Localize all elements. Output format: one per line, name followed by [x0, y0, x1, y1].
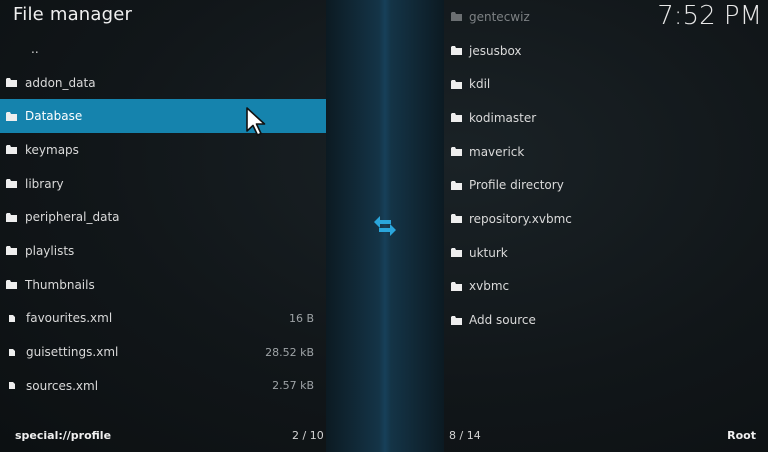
folder-icon [451, 315, 462, 325]
left-footer-count: 2 / 10 [292, 429, 324, 442]
folder-icon [6, 111, 17, 121]
list-item[interactable]: .. [0, 32, 326, 66]
folder-icon [451, 113, 462, 123]
list-item[interactable]: kdil [444, 67, 768, 101]
folder-icon [6, 212, 17, 222]
file-manager-screen: File manager 7:52 PM .. addon_data Databas… [0, 0, 768, 452]
left-footer-path: special://profile [15, 429, 112, 442]
list-item-label: gentecwiz [469, 9, 530, 24]
right-footer-path: Root [727, 429, 756, 442]
folder-icon [451, 180, 462, 190]
list-item[interactable]: maverick [444, 135, 768, 169]
list-item-label: xvbmc [469, 279, 510, 294]
left-panel: .. addon_data Database keymaps library periph… [0, 0, 326, 452]
file-size: 2.57 kB [272, 379, 314, 393]
list-item-label: Add source [469, 313, 536, 328]
folder-icon [451, 12, 462, 22]
list-item-label: favourites.xml [26, 311, 113, 326]
file-icon [9, 381, 15, 391]
list-item[interactable]: xvbmc [444, 270, 768, 304]
list-item[interactable]: Database [0, 99, 326, 134]
list-item-label: .. [31, 41, 39, 56]
list-item-label: maverick [469, 144, 525, 159]
list-item[interactable]: Profile directory [444, 168, 768, 202]
right-file-list: gentecwiz jesusbox kdil kodimaster maverick P… [444, 0, 768, 337]
file-size: 28.52 kB [265, 345, 314, 359]
list-item-label: jesusbox [469, 43, 522, 58]
list-item[interactable]: repository.xvbmc [444, 202, 768, 236]
folder-icon [451, 79, 462, 89]
folder-icon [6, 78, 17, 88]
list-item-label: kdil [469, 77, 491, 92]
list-item[interactable]: addon_data [0, 66, 326, 100]
list-item-label: Thumbnails [25, 277, 95, 292]
right-footer-count: 8 / 14 [449, 429, 481, 442]
list-item-label: Database [25, 109, 83, 124]
list-item[interactable]: sources.xml 2.57 kB [0, 369, 326, 403]
list-item[interactable]: Add source [444, 303, 768, 337]
list-item-label: playlists [25, 243, 75, 258]
folder-icon [6, 179, 17, 189]
file-icon [9, 313, 15, 323]
file-size: 16 B [288, 311, 314, 325]
folder-icon [451, 281, 462, 291]
list-item[interactable]: library [0, 167, 326, 201]
list-item[interactable]: kodimaster [444, 101, 768, 135]
parent-directory-icon [11, 44, 25, 54]
list-item[interactable]: gentecwiz [444, 0, 768, 34]
folder-icon [451, 46, 462, 56]
folder-icon [451, 147, 462, 157]
folder-icon [6, 246, 17, 256]
folder-icon [6, 145, 17, 155]
swap-panels-icon [374, 216, 396, 236]
list-item-label: repository.xvbmc [469, 211, 572, 226]
list-item[interactable]: playlists [0, 234, 326, 268]
folder-icon [451, 214, 462, 224]
left-file-list: .. addon_data Database keymaps library periph… [0, 32, 326, 403]
list-item[interactable]: keymaps [0, 133, 326, 167]
list-item[interactable]: jesusbox [444, 34, 768, 68]
folder-icon [451, 248, 462, 258]
list-item[interactable]: peripheral_data [0, 200, 326, 234]
file-icon [9, 347, 15, 357]
right-panel: gentecwiz jesusbox kdil kodimaster maverick P… [444, 0, 768, 452]
list-item[interactable]: Thumbnails [0, 268, 326, 302]
list-item-label: ukturk [469, 245, 508, 260]
list-item[interactable]: ukturk [444, 236, 768, 270]
list-item[interactable]: favourites.xml 16 B [0, 302, 326, 336]
list-item-label: library [25, 176, 64, 191]
list-item-label: kodimaster [469, 110, 537, 125]
list-item-label: keymaps [25, 142, 79, 157]
list-item-label: Profile directory [469, 178, 564, 193]
list-item[interactable]: guisettings.xml 28.52 kB [0, 335, 326, 369]
list-item-label: addon_data [25, 75, 96, 90]
swap-panels-button[interactable] [370, 212, 400, 240]
folder-icon [6, 280, 17, 290]
list-item-label: peripheral_data [25, 210, 120, 225]
